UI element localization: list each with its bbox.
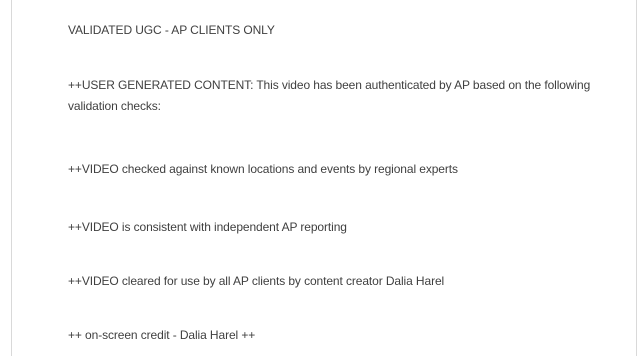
paragraph-onscreen-credit: ++ on-screen credit - Dalia Harel ++ <box>68 328 256 342</box>
paragraph-cleared-for-use: ++VIDEO cleared for use by all AP client… <box>68 274 445 288</box>
paragraph-ap-reporting: ++VIDEO is consistent with independent A… <box>68 220 347 234</box>
document-panel: VALIDATED UGC - AP CLIENTS ONLY ++USER G… <box>11 0 637 356</box>
paragraph-ugc-notice: ++USER GENERATED CONTENT: This video has… <box>68 78 591 113</box>
paragraph-locations-check: ++VIDEO checked against known locations … <box>68 162 458 176</box>
document-heading: VALIDATED UGC - AP CLIENTS ONLY <box>68 23 275 37</box>
